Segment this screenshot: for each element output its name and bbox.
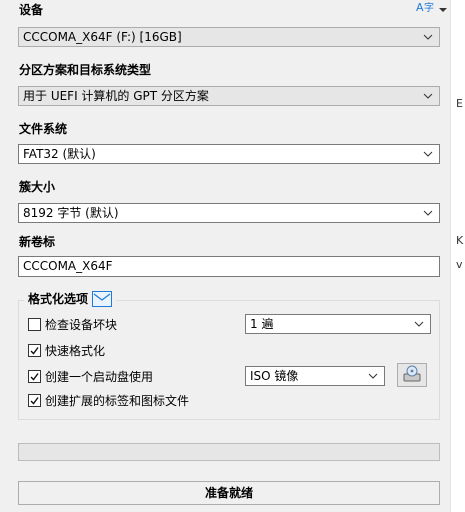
chevron-down-icon [421,204,435,222]
disk-image-icon [402,365,422,386]
quick-format-checkbox[interactable]: 快速格式化 [28,342,105,359]
progress-bar [18,443,440,461]
filesystem-value: FAT32 (默认) [23,147,96,161]
background-window-edge [450,0,465,512]
bootable-label: 创建一个启动盘使用 [45,370,154,384]
chevron-down-icon [421,28,435,46]
image-type-select[interactable]: ISO 镜像 [245,366,385,386]
device-select[interactable]: CCCOMA_X64F (F:) [16GB] [18,27,440,47]
checkbox-unchecked[interactable] [28,318,41,331]
bootable-checkbox[interactable]: 创建一个启动盘使用 [28,368,153,385]
check-icon[interactable] [28,344,41,357]
format-options-title: 格式化选项 [24,290,117,307]
edge-glyph: E [456,97,463,110]
chevron-down-icon [421,87,435,105]
device-value: CCCOMA_X64F (F:) [16GB] [23,30,182,44]
chevron-down-icon [439,2,447,16]
quick-format-label: 快速格式化 [45,344,106,358]
partition-select[interactable]: 用于 UEFI 计算机的 GPT 分区方案 [18,86,440,106]
svg-text:字: 字 [424,1,434,14]
cluster-select[interactable]: 8192 字节 (默认) [18,203,440,223]
cluster-label: 簇大小 [19,180,56,194]
language-icon: A 字 [416,0,438,17]
bad-blocks-checkbox[interactable]: 检查设备坏块 [28,316,117,333]
edge-glyph: K [456,234,464,247]
select-image-button[interactable] [397,363,427,387]
partition-label: 分区方案和目标系统类型 [19,63,152,77]
cluster-value: 8192 字节 (默认) [23,206,119,220]
filesystem-label: 文件系统 [19,122,68,136]
image-type-value: ISO 镜像 [250,369,299,383]
extended-label-text: 创建扩展的标签和图标文件 [45,394,190,408]
partition-value: 用于 UEFI 计算机的 GPT 分区方案 [23,89,209,103]
passes-value: 1 遍 [250,317,274,331]
format-options-label: 格式化选项 [28,292,89,306]
mail-icon[interactable] [92,290,113,307]
extended-label-checkbox[interactable]: 创建扩展的标签和图标文件 [28,392,189,409]
svg-text:A: A [416,1,424,14]
filesystem-select[interactable]: FAT32 (默认) [18,144,440,164]
edge-glyph: v [456,258,463,271]
chevron-down-icon [421,145,435,163]
status-bar: 准备就绪 [18,481,440,505]
bad-blocks-label: 检查设备坏块 [45,318,118,332]
passes-select[interactable]: 1 遍 [245,314,431,334]
volume-label: 新卷标 [19,235,56,249]
check-icon[interactable] [28,370,41,383]
chevron-down-icon [366,367,380,385]
check-icon[interactable] [28,394,41,407]
volume-label-input[interactable]: CCCOMA_X64F [18,256,440,277]
language-button[interactable]: A 字 [416,0,447,17]
chevron-down-icon [412,315,426,333]
device-label: 设备 [19,3,44,17]
